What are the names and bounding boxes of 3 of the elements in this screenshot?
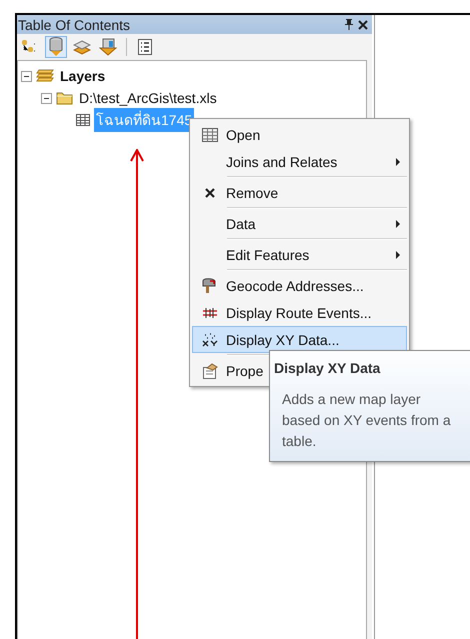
panel-title: Table Of Contents — [18, 16, 132, 32]
tooltip-text: Adds a new map layer based on XY events from a table. — [281, 390, 452, 451]
tooltip-title: Display XY Data — [274, 360, 382, 376]
